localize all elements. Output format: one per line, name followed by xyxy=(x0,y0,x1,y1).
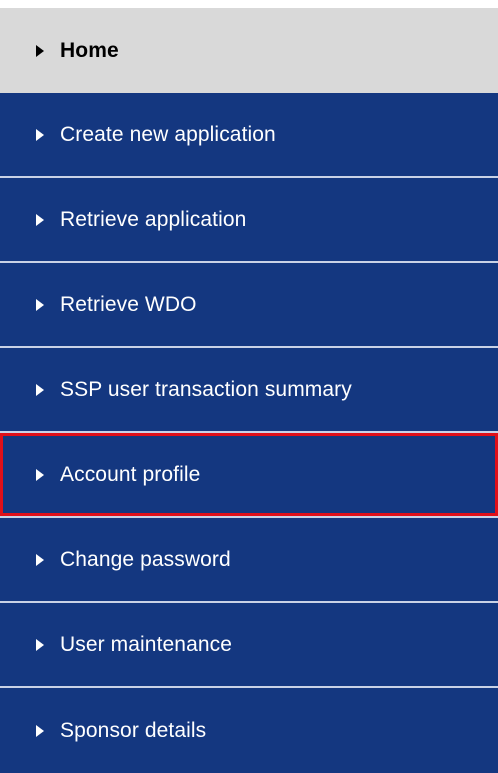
nav-item-create-new-application[interactable]: Create new application xyxy=(0,93,498,178)
nav-item-label: Sponsor details xyxy=(60,718,207,742)
nav-item-label: Retrieve WDO xyxy=(60,292,197,316)
triangle-right-icon xyxy=(36,298,44,311)
triangle-right-icon xyxy=(36,724,44,737)
nav-item-label: Retrieve application xyxy=(60,207,247,231)
nav-item-label: Account profile xyxy=(60,462,201,486)
nav-item-home[interactable]: Home xyxy=(0,8,498,93)
nav-item-sponsor-details[interactable]: Sponsor details xyxy=(0,688,498,773)
triangle-right-icon xyxy=(36,128,44,141)
nav-item-label: Create new application xyxy=(60,122,276,146)
nav-item-label: Home xyxy=(60,38,119,62)
nav-item-label: User maintenance xyxy=(60,632,233,656)
triangle-right-icon xyxy=(36,553,44,566)
nav-item-user-maintenance[interactable]: User maintenance xyxy=(0,603,498,688)
nav-item-change-password[interactable]: Change password xyxy=(0,518,498,603)
nav-item-label: Change password xyxy=(60,547,231,571)
triangle-right-icon xyxy=(36,468,44,481)
triangle-right-icon xyxy=(36,638,44,651)
nav-item-retrieve-wdo[interactable]: Retrieve WDO xyxy=(0,263,498,348)
nav-item-retrieve-application[interactable]: Retrieve application xyxy=(0,178,498,263)
nav-item-label: SSP user transaction summary xyxy=(60,377,352,401)
nav-item-account-profile[interactable]: Account profile xyxy=(0,433,498,518)
triangle-right-icon xyxy=(36,383,44,396)
nav-item-ssp-user-transaction-summary[interactable]: SSP user transaction summary xyxy=(0,348,498,433)
triangle-right-icon xyxy=(36,213,44,226)
triangle-right-icon xyxy=(36,44,44,57)
